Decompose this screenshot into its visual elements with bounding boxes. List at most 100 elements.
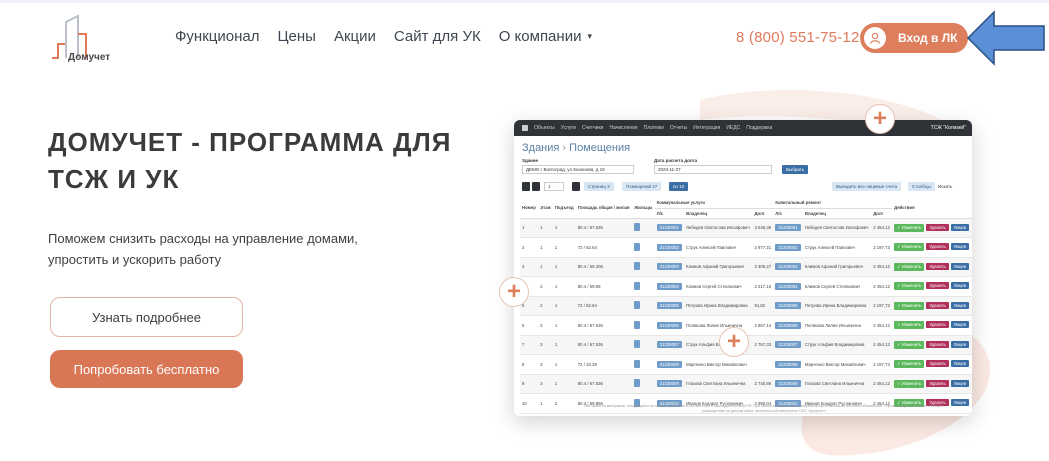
table-cell: 80.4 / 67.536: [575, 218, 633, 238]
nav-item-prices[interactable]: Цены: [277, 28, 316, 45]
table-cell: 31330001: [773, 218, 803, 238]
table-cell: 80.4 / 67.536: [575, 315, 633, 336]
cell-debt: 2 197,73: [873, 244, 890, 250]
delete-button: Удалить: [926, 282, 949, 290]
table-cell: [632, 315, 655, 336]
cell-owner: Климов Сергей Степанович: [804, 283, 861, 289]
cell-account: 31330001: [656, 224, 682, 232]
cell-number: 10: [522, 400, 527, 406]
nav-item-promotions[interactable]: Акции: [334, 28, 376, 45]
cell-debt: 2 454,12: [873, 381, 890, 387]
table-cell: 31330001: [654, 218, 685, 238]
mock-col-number: Номер: [520, 198, 539, 219]
table-cell: 2 454,12: [871, 218, 893, 238]
table-cell: [632, 296, 655, 316]
cell-floor: 2: [540, 283, 543, 289]
cell-area: 72 / 62.64: [577, 244, 597, 250]
table-cell: 2 877,21: [752, 237, 774, 258]
edit-button: ✓ Изменить: [894, 282, 925, 291]
table-cell: [632, 218, 655, 238]
residents-icon: [634, 359, 641, 368]
cell-entrance: 2: [554, 400, 558, 406]
table-cell: 80.4 / 69.99: [575, 276, 633, 297]
cell-area: 80.4 / 67.536: [577, 342, 603, 348]
table-cell: Струк Альфия Владимировна: [802, 335, 872, 355]
try-free-button[interactable]: Попробовать бесплатно: [50, 350, 243, 388]
mock-menu-item: Начисления: [609, 125, 638, 131]
hero-subtitle: Поможем снизить расходы на управление до…: [48, 231, 358, 267]
home-icon: [522, 125, 528, 131]
table-cell: 2 197,73: [871, 296, 893, 316]
table-cell: 31330007: [654, 335, 685, 355]
table-cell: 31330005: [773, 296, 803, 316]
table-cell: ✓ Изменить Удалить Лицев: [892, 257, 972, 277]
learn-more-button[interactable]: Узнать подробнее: [50, 297, 243, 337]
cell-owner: Марченко Виктор Михайлович: [686, 361, 747, 367]
mock-menu-item: Счетчики: [582, 125, 604, 131]
table-cell: 31330007: [773, 335, 803, 355]
table-cell: 1: [552, 257, 576, 277]
nav-item-site-for-uk[interactable]: Сайт для УК: [394, 28, 481, 45]
cell-number: 2: [522, 244, 525, 250]
mock-subcol: Владелец: [684, 208, 753, 219]
cell-owner: Струк Альфия Владимировна: [804, 342, 865, 348]
phone-number[interactable]: 8 (800) 551-75-12: [736, 29, 859, 46]
cell-area: 80.4 / 69.99: [577, 283, 601, 289]
table-cell: [632, 354, 655, 375]
table-cell: [632, 335, 655, 355]
table-cell: Марченко Виктор Михайлович: [802, 354, 872, 375]
edit-button: ✓ Изменить: [894, 262, 925, 271]
nav-item-features[interactable]: Функционал: [175, 28, 259, 45]
logo[interactable]: Домучет: [48, 14, 128, 66]
cell-account: 31330001: [775, 224, 801, 232]
cell-debt: 2 197,73: [873, 361, 890, 367]
mock-select-button: Выбрать: [782, 165, 809, 174]
cell-account: 31330003: [775, 263, 801, 271]
table-cell: 2 454,12: [871, 374, 893, 394]
table-cell: 1: [552, 296, 576, 316]
residents-icon: [634, 281, 641, 290]
table-cell: 1: [538, 218, 553, 238]
cell-entrance: 1: [554, 303, 558, 309]
cell-area: 72 / 62.64: [577, 303, 597, 309]
logo-text: Домучет: [68, 52, 111, 63]
cell-entrance: 1: [554, 342, 558, 348]
table-cell: 9: [520, 374, 539, 394]
table-cell: [632, 237, 655, 258]
cell-floor: 2: [540, 303, 543, 309]
cell-area: 80.4 / 67.536: [577, 381, 603, 387]
mock-page-title: Здания › Помещения: [522, 142, 630, 154]
cell-account: 31330006: [775, 321, 801, 329]
table-cell: 3: [520, 257, 539, 277]
table-cell: 2 454,12: [871, 276, 893, 297]
table-cell: 1: [552, 354, 576, 375]
table-cell: ✓ Изменить Удалить Лицев: [892, 315, 972, 336]
table-row: 2 1 1 72 / 62.64 31330002 Струк Алексей Павло…: [520, 237, 972, 258]
table-cell: 8: [520, 354, 539, 375]
mock-per-page: по 10: [669, 182, 689, 191]
table-cell: 31330004: [773, 276, 803, 297]
login-button[interactable]: Вход в ЛК: [860, 23, 968, 53]
arrow-left-icon: [966, 10, 1045, 66]
cell-debt: 2 767,33: [754, 342, 772, 348]
edit-button: ✓ Изменить: [894, 301, 925, 310]
mock-building-label: Здание: [522, 158, 539, 163]
cell-number: 9: [522, 381, 525, 387]
mock-footer-text: Все права на материалы, находящиеся на с…: [584, 404, 944, 413]
table-cell: 3: [538, 354, 553, 375]
table-cell: 31330004: [654, 276, 685, 297]
cell-owner: Лебедев Святослав Иосифович: [804, 225, 869, 231]
mock-menu-item: ИЕДС: [726, 125, 741, 131]
cell-entrance: 1: [554, 283, 558, 289]
plus-icon[interactable]: +: [719, 327, 749, 357]
cell-area: 80.4 / 67.536: [577, 322, 603, 328]
table-cell: 7: [520, 335, 539, 355]
plus-icon[interactable]: +: [499, 277, 529, 307]
table-cell: 2 197,73: [871, 237, 893, 258]
plus-icon[interactable]: +: [865, 104, 895, 134]
table-cell: 2 767,33: [752, 335, 774, 355]
table-cell: 31330006: [654, 315, 685, 336]
nav-item-about[interactable]: О компании ▾: [499, 28, 592, 45]
table-cell: 10: [520, 393, 539, 414]
account-button: Лицев: [950, 243, 970, 251]
